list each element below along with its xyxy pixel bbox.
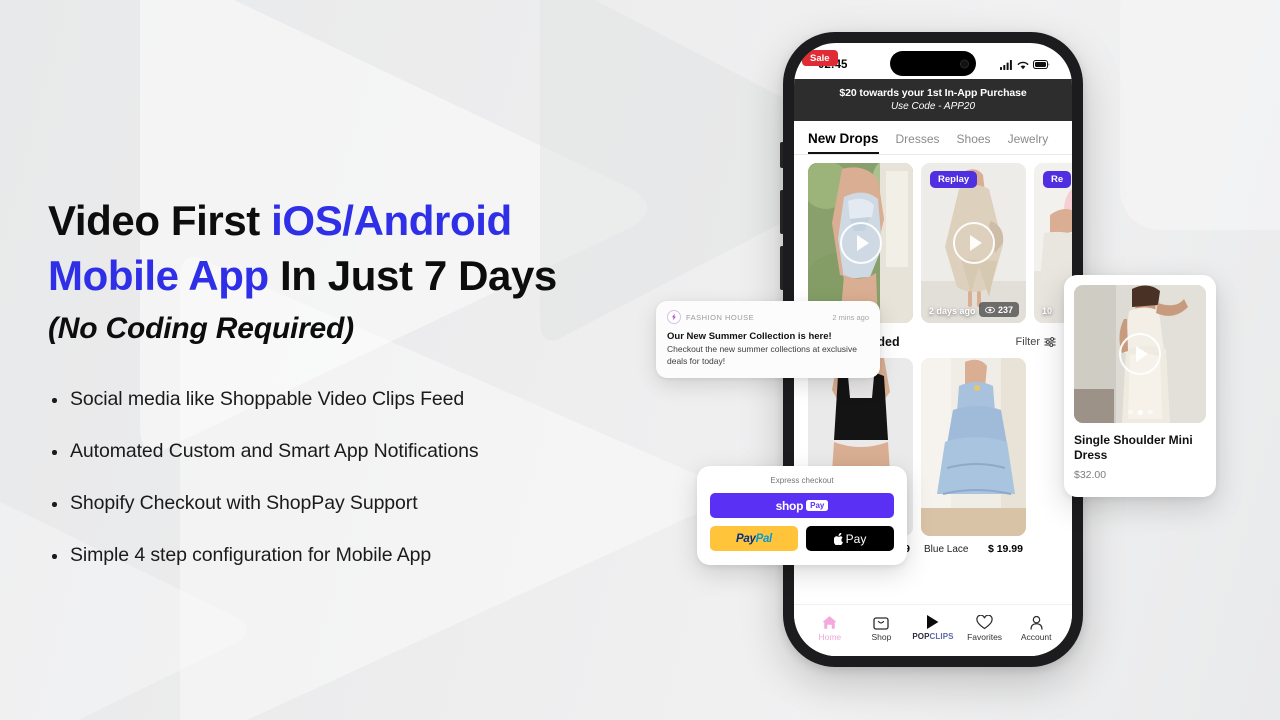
tab-jewelry[interactable]: Jewelry (1008, 132, 1049, 154)
product-meta: Blue Lace $ 19.99 (921, 536, 1026, 555)
product-name: Blue Lace (924, 543, 969, 555)
notification-header: FASHION HOUSE 2 mins ago (667, 310, 869, 324)
play-button-icon[interactable] (839, 222, 882, 264)
express-checkout-title: Express checkout (770, 476, 834, 485)
paypal-label-pal: Pal (755, 532, 773, 545)
headline-accent-1: iOS/Android (271, 197, 512, 244)
nav-label-favorites: Favorites (967, 631, 1003, 642)
shop-pay-chip: Pay (806, 500, 829, 511)
featured-product-card[interactable]: Single Shoulder Mini Dress $32.00 (1064, 275, 1216, 498)
headline-accent-2: Mobile App (48, 252, 269, 300)
subheadline: (No Coding Required) (48, 312, 354, 346)
product-tile[interactable]: Sale Blue Lace $ 19.99 (802, 50, 1026, 555)
heart-icon (976, 614, 993, 630)
paypal-label-pay: Pay (736, 532, 756, 545)
tab-dresses[interactable]: Dresses (896, 132, 940, 154)
carousel-dot-active[interactable] (1137, 409, 1143, 415)
phone-mockup-area: 02:45 (640, 0, 1280, 720)
play-triangle-icon (925, 614, 940, 630)
headline-segment-1: Video First (48, 197, 272, 244)
nav-item-home[interactable]: Home (804, 614, 856, 642)
nav-item-favorites[interactable]: Favorites (959, 614, 1011, 642)
wifi-icon (1017, 61, 1029, 69)
list-item: Simple 4 step configuration for Mobile A… (48, 544, 668, 567)
dynamic-island (890, 51, 976, 76)
product-image (921, 358, 1026, 536)
phone-button-volume-down[interactable] (780, 246, 783, 290)
battery-icon (1033, 60, 1050, 69)
alt-payment-row: Pay Pal Pay (710, 526, 894, 551)
featured-product-image (1074, 285, 1206, 423)
nav-label-pop: POP (912, 632, 930, 641)
video-timestamp: 2 days ago (929, 306, 976, 316)
nav-label-clips: CLIPS (929, 632, 954, 641)
status-icons (1000, 59, 1050, 70)
cellular-bars-icon (1000, 59, 1012, 70)
play-button-icon[interactable] (952, 222, 995, 264)
shop-pay-button[interactable]: shop Pay (710, 493, 894, 518)
apple-logo-icon (833, 532, 843, 545)
filter-button[interactable]: Filter (1016, 336, 1056, 348)
tab-new-drops[interactable]: New Drops (808, 131, 879, 154)
bottom-navigation: Home Shop POPCLIPS Favorites Account (794, 604, 1072, 656)
headline-segment-2: In Just 7 Days (268, 252, 557, 300)
eye-icon (985, 306, 995, 313)
list-item: Shopify Checkout with ShopPay Support (48, 492, 668, 515)
notification-body: Checkout the new summer collections at e… (667, 344, 857, 366)
play-button-icon[interactable] (1119, 333, 1161, 375)
filter-icon (1044, 337, 1056, 347)
featured-product-name: Single Shoulder Mini Dress (1074, 433, 1193, 463)
carousel-dots[interactable] (1127, 409, 1153, 415)
phone-button-mute[interactable] (780, 142, 783, 168)
brand-name: FASHION HOUSE (686, 312, 755, 322)
paypal-button[interactable]: Pay Pal (710, 526, 798, 551)
push-notification-card[interactable]: FASHION HOUSE 2 mins ago Our New Summer … (656, 301, 880, 379)
featured-product-price: $32.00 (1074, 469, 1107, 482)
video-card[interactable] (808, 163, 913, 323)
shop-bag-icon (873, 614, 890, 630)
video-clips-rail[interactable]: Replay 2 days ago 237 Re 10 (794, 155, 1072, 323)
nav-item-popclips[interactable]: POPCLIPS (907, 614, 959, 641)
promo-banner[interactable]: $20 towards your 1st In-App Purchase Use… (794, 79, 1072, 121)
replay-badge[interactable]: Replay (930, 171, 978, 188)
product-price: $ 19.99 (987, 543, 1023, 555)
carousel-dot[interactable] (1147, 409, 1153, 414)
nav-label-popclips: POPCLIPS (912, 632, 953, 641)
nav-item-account[interactable]: Account (1010, 614, 1062, 642)
brand-logo-icon (667, 310, 681, 324)
category-tabs: New Drops Dresses Shoes Jewelry (794, 121, 1072, 155)
notification-brand: FASHION HOUSE (667, 310, 754, 324)
views-badge: 237 (978, 302, 1019, 317)
notification-title: Our New Summer Collection is here! (667, 331, 832, 342)
apple-pay-button[interactable]: Pay (806, 526, 894, 551)
hero-content: Video First iOS/Android Mobile App In Ju… (48, 193, 668, 567)
front-camera-icon (960, 59, 969, 68)
phone-button-volume-up[interactable] (780, 190, 783, 234)
replay-badge[interactable]: Re (1043, 171, 1072, 188)
video-timestamp: 10 (1042, 306, 1053, 316)
page-title: Video First iOS/Android Mobile App In Ju… (48, 193, 668, 303)
person-icon (1029, 614, 1044, 630)
sale-badge: Sale (802, 50, 838, 66)
list-item: Automated Custom and Smart App Notificat… (48, 440, 668, 463)
nav-item-shop[interactable]: Shop (856, 614, 908, 642)
carousel-dot[interactable] (1127, 409, 1133, 414)
tab-shoes[interactable]: Shoes (957, 132, 991, 154)
video-card[interactable]: Replay 2 days ago 237 (921, 163, 1026, 323)
express-checkout-card: Express checkout shop Pay Pay Pal Pay (697, 466, 907, 565)
notification-time: 2 mins ago (832, 312, 869, 322)
apple-pay-label: Pay (845, 531, 867, 546)
filter-label: Filter (1015, 336, 1040, 348)
views-count: 237 (997, 304, 1013, 315)
promo-code: Use Code - APP20 (890, 101, 976, 112)
list-item: Social media like Shoppable Video Clips … (48, 388, 668, 411)
feature-list: Social media like Shoppable Video Clips … (48, 388, 668, 567)
home-icon (821, 614, 838, 630)
shop-pay-label: shop (775, 498, 804, 513)
nav-label-shop: Shop (871, 631, 892, 642)
nav-label-account: Account (1020, 631, 1052, 642)
nav-label-home: Home (818, 631, 842, 642)
promo-headline: $20 towards your 1st In-App Purchase (839, 87, 1027, 99)
